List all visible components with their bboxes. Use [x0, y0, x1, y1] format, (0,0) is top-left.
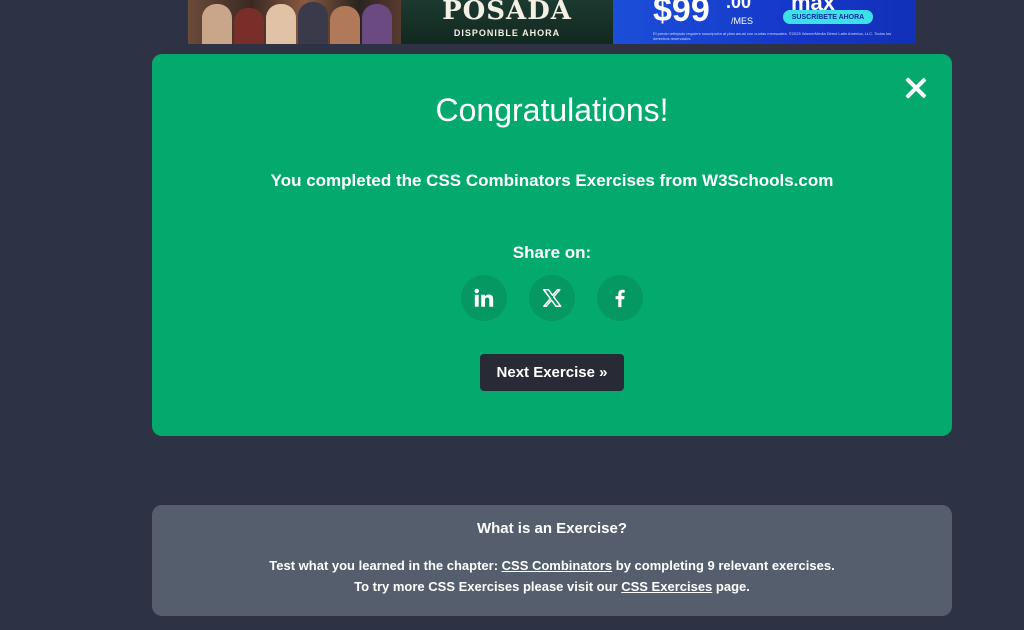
x-icon — [543, 289, 562, 307]
share-linkedin-button[interactable] — [461, 275, 507, 321]
ad-title-block: POSADA DISPONIBLE AHORA — [401, 0, 613, 44]
info-line-1-suffix: by completing 9 relevant exercises. — [612, 558, 835, 573]
linkedin-icon — [474, 288, 494, 307]
info-line-2-suffix: page. — [712, 579, 750, 594]
info-line-1-prefix: Test what you learned in the chapter: — [269, 558, 502, 573]
css-combinators-link[interactable]: CSS Combinators — [502, 558, 613, 573]
ad-banner[interactable]: POSADA DISPONIBLE AHORA $99 .00 /MES max… — [188, 0, 916, 44]
ad-price-cents: .00 — [726, 0, 752, 12]
next-exercise-button[interactable]: Next Exercise » — [480, 354, 624, 391]
ad-price: $99 — [653, 0, 710, 29]
congrats-message: You completed the CSS Combinators Exerci… — [270, 171, 834, 190]
facebook-icon — [615, 289, 625, 308]
ad-fine-print: El precio reflejado requiere suscripción… — [653, 31, 892, 41]
info-line-1: Test what you learned in the chapter: CS… — [152, 558, 952, 573]
ad-offer: $99 .00 /MES max SUSCRÍBETE AHORA El pre… — [613, 0, 916, 44]
info-line-2-prefix: To try more CSS Exercises please visit o… — [354, 579, 622, 594]
css-exercises-link[interactable]: CSS Exercises — [621, 579, 712, 594]
share-x-button[interactable] — [529, 275, 575, 321]
page: POSADA DISPONIBLE AHORA $99 .00 /MES max… — [0, 0, 1024, 630]
ad-image — [188, 0, 401, 44]
info-line-2: To try more CSS Exercises please visit o… — [152, 579, 952, 594]
ad-price-period: /MES — [731, 16, 754, 26]
ad-subtitle: DISPONIBLE AHORA — [453, 28, 561, 38]
ad-cta-button[interactable]: SUSCRÍBETE AHORA — [783, 10, 873, 24]
share-facebook-button[interactable] — [597, 275, 643, 321]
share-label: Share on: — [512, 243, 592, 262]
congrats-modal: Congratulations! You completed the CSS C… — [152, 54, 952, 436]
congrats-title: Congratulations! — [435, 92, 669, 128]
exercise-info-box: What is an Exercise? Test what you learn… — [152, 505, 952, 616]
info-title: What is an Exercise? — [476, 520, 628, 537]
share-buttons — [152, 275, 952, 321]
ad-title: POSADA — [442, 0, 572, 26]
